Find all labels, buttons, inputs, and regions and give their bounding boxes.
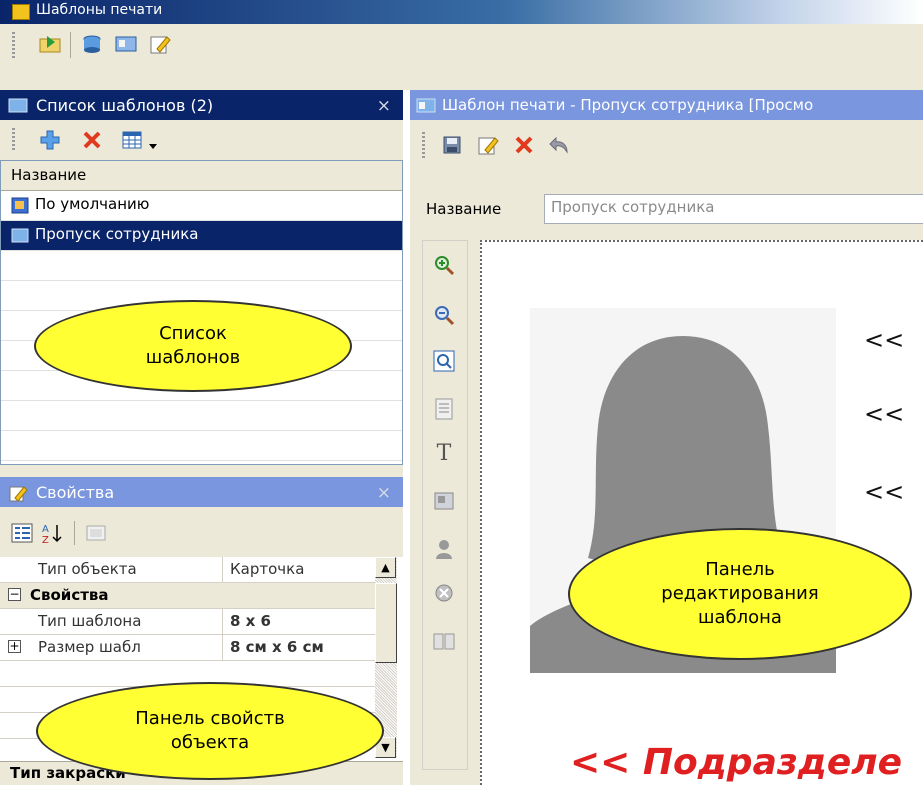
image-tool-icon[interactable] — [432, 489, 456, 513]
editor-panel: Шаблон печати - Пропуск сотрудника [Прос… — [410, 90, 923, 785]
app-icon — [12, 4, 30, 20]
list-empty-row — [1, 431, 402, 461]
property-category[interactable]: − Свойства — [0, 583, 375, 609]
properties-header: Свойства × — [0, 477, 403, 507]
property-name: Тип шаблона — [38, 612, 142, 630]
template-canvas[interactable]: << << << << Подразделе — [480, 240, 923, 785]
category-name: Свойства — [30, 586, 109, 604]
property-name: Размер шабл — [38, 638, 141, 656]
callout-editor-panel: Панель редактирования шаблона — [568, 528, 912, 660]
property-row[interactable]: + Размер шабл 8 см х 6 см — [0, 635, 375, 661]
callout-template-list: Список шаблонов — [34, 300, 352, 392]
sort-alpha-icon[interactable]: AZ — [40, 521, 64, 545]
property-row[interactable]: Тип шаблона 8 x 6 — [0, 609, 375, 635]
toolbar-separator — [74, 521, 75, 545]
callout-properties-panel: Панель свойств объекта — [36, 682, 384, 780]
template-list-title: Список шаблонов (2) — [36, 96, 214, 115]
delete-icon[interactable] — [512, 133, 536, 157]
expand-icon[interactable]: + — [8, 640, 21, 653]
undo-icon[interactable] — [548, 133, 572, 157]
zoom-fit-icon[interactable] — [432, 349, 456, 373]
property-name: Тип объекта — [38, 560, 137, 578]
toolbar-grip[interactable] — [12, 128, 15, 152]
list-item-label: Пропуск сотрудника — [35, 225, 199, 243]
close-icon[interactable]: × — [377, 483, 391, 503]
editor-toolbar — [410, 120, 923, 170]
toolbar-separator — [70, 32, 71, 58]
book-icon[interactable] — [432, 629, 456, 653]
drawing-tools: T — [422, 240, 468, 770]
list-empty-row — [1, 251, 402, 281]
dropdown-arrow-icon[interactable] — [148, 136, 158, 154]
save-icon[interactable] — [440, 133, 464, 157]
template-icon — [11, 197, 29, 214]
window-titlebar: Шаблоны печати — [0, 0, 923, 24]
add-icon[interactable] — [38, 128, 62, 152]
categorized-icon[interactable] — [10, 521, 34, 545]
open-folder-icon[interactable] — [38, 32, 62, 56]
template-icon — [11, 227, 29, 244]
svg-text:A: A — [42, 524, 49, 535]
property-pages-icon[interactable] — [84, 521, 108, 545]
barcode-icon[interactable] — [432, 581, 456, 605]
column-header-name[interactable]: Название — [1, 161, 402, 191]
left-panel: Список шаблонов (2) × Название По умолча… — [0, 90, 403, 785]
close-icon[interactable]: × — [377, 96, 391, 116]
main-toolbar — [0, 24, 923, 90]
properties-icon — [8, 484, 28, 502]
editor-title: Шаблон печати - Пропуск сотрудника [Прос… — [442, 96, 814, 114]
edit-icon[interactable] — [476, 133, 500, 157]
name-input[interactable]: Пропуск сотрудника — [544, 194, 923, 224]
svg-text:Z: Z — [42, 535, 49, 544]
field-placeholder[interactable]: << — [864, 326, 904, 354]
column-header-label: Название — [11, 166, 87, 184]
window-title: Шаблоны печати — [36, 2, 163, 18]
list-item-selected[interactable]: Пропуск сотрудника — [1, 221, 402, 251]
properties-title: Свойства — [36, 483, 115, 502]
zoom-out-icon[interactable] — [432, 303, 456, 327]
template-list-toolbar — [0, 120, 403, 160]
department-field[interactable]: << Подразделе — [570, 742, 902, 783]
field-placeholder[interactable]: << — [864, 400, 904, 428]
editor-header: Шаблон печати - Пропуск сотрудника [Прос… — [410, 90, 923, 120]
scroll-up-icon[interactable]: ▲ — [375, 557, 396, 578]
toolbar-grip[interactable] — [422, 132, 425, 158]
list-item[interactable]: По умолчанию — [1, 191, 402, 221]
list-empty-row — [1, 401, 402, 431]
field-placeholder[interactable]: << — [864, 478, 904, 506]
grid-divider — [222, 609, 223, 635]
name-label: Название — [426, 200, 502, 218]
person-photo-icon[interactable] — [432, 537, 456, 561]
property-value: Карточка — [230, 560, 305, 578]
template-list-header: Список шаблонов (2) × — [0, 90, 403, 120]
zoom-in-icon[interactable] — [432, 253, 456, 277]
toolbar-grip[interactable] — [12, 32, 15, 58]
grid-divider — [222, 557, 223, 583]
delete-icon[interactable] — [80, 128, 104, 152]
collapse-icon[interactable]: − — [8, 588, 21, 601]
text-block-icon[interactable] — [432, 397, 456, 421]
view-grid-icon[interactable] — [120, 128, 144, 152]
property-row[interactable]: Тип объекта Карточка — [0, 557, 375, 583]
grid-divider — [222, 635, 223, 661]
database-icon[interactable] — [80, 32, 104, 56]
template-list-icon — [8, 97, 28, 114]
properties-toolbar: AZ — [0, 507, 403, 557]
scroll-thumb[interactable] — [375, 583, 397, 663]
card-icon[interactable] — [114, 32, 138, 56]
list-item-label: По умолчанию — [35, 195, 150, 213]
editor-card-icon — [416, 97, 436, 114]
text-tool-icon[interactable]: T — [432, 441, 456, 466]
property-value: 8 см х 6 см — [230, 638, 324, 656]
property-value: 8 x 6 — [230, 612, 271, 630]
edit-icon[interactable] — [148, 32, 172, 56]
